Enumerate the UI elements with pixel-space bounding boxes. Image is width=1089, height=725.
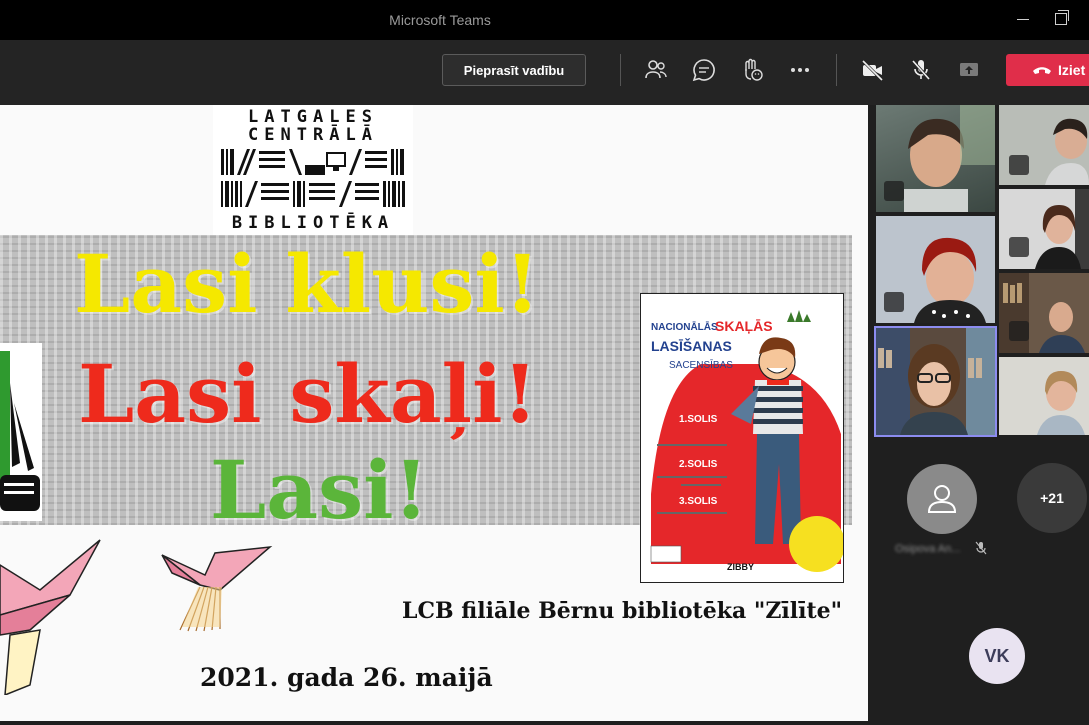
cropped-figure-illustration [0,343,42,521]
poster-title-3: LASĪŠANAS [651,338,732,354]
logo-line-3: BIBLIOTĒKA [231,213,395,233]
camera-off-icon[interactable] [860,57,886,83]
people-icon[interactable] [643,57,669,83]
open-book-illustration [0,539,101,695]
competition-poster: NACIONĀLĀS SKAĻĀS LASĪŠANAS SACENSĪBAS 1… [640,293,844,583]
flying-book-illustration [161,545,273,632]
window-title: Microsoft Teams [389,12,491,28]
date-caption: 2021. gada 26. maijā [200,663,493,692]
poster-badge: ZIBBY [727,562,754,572]
leave-button[interactable]: Iziet [1006,54,1089,86]
muted-mic-icon [1009,155,1029,175]
logo-line-2: CENTRĀLĀ [248,125,378,145]
headline-read: Lasi! [210,443,429,537]
participant-person-image [1035,189,1089,269]
library-logo: LATGALES CENTRĀLĀ BIBLIOTĒKA [213,105,413,235]
meeting-toolbar: Pieprasīt vadību Iziet [0,40,1089,105]
toolbar-divider [836,54,837,86]
leave-label: Iziet [1058,62,1086,78]
more-icon[interactable] [787,57,813,83]
participant-video-tile[interactable] [876,105,995,212]
reactions-icon[interactable] [739,57,765,83]
toolbar-divider [620,54,621,86]
muted-mic-icon [1009,321,1029,341]
shared-presentation: LATGALES CENTRĀLĀ BIBLIOTĒKA Lasi klusi!… [0,105,868,721]
title-bar: Microsoft Teams [0,0,1089,40]
self-avatar-initials[interactable]: VK [969,628,1025,684]
mic-off-icon[interactable] [908,57,934,83]
poster-title-2: SKAĻĀS [715,318,773,334]
participant-video-tile[interactable] [999,105,1089,185]
poster-stage-3: 3.SOLIS [679,496,718,507]
minimize-icon[interactable] [1017,19,1029,20]
participant-person-image [876,328,995,435]
chat-icon[interactable] [691,57,717,83]
muted-mic-icon [884,181,904,201]
logo-line-1: LATGALES [248,107,378,127]
maximize-icon[interactable] [1055,10,1069,25]
participant-name-obscured: Osipova An... [895,543,961,555]
phone-hangup-icon [1033,67,1051,74]
muted-mic-icon [1009,237,1029,257]
poster-stage-2: 2.SOLIS [679,459,718,470]
person-icon [927,485,957,513]
share-icon[interactable] [956,57,982,83]
participant-video-tile[interactable] [999,357,1089,435]
participant-video-tile-active-speaker[interactable] [874,326,997,437]
participant-avatar[interactable] [907,464,977,534]
participant-video-tile[interactable] [999,273,1089,353]
poster-title-1: NACIONĀLĀS [651,322,718,333]
overflow-participants-button[interactable]: +21 [1017,463,1087,533]
muted-mic-icon [975,541,987,555]
headline-quiet: Lasi klusi! [74,237,540,331]
bookshelf-barcode-icon [221,149,405,207]
participant-video-tile[interactable] [876,216,995,323]
participant-person-image [999,273,1085,353]
request-control-button[interactable]: Pieprasīt vadību [442,54,586,86]
headline-loud: Lasi skaļi! [78,347,538,441]
muted-mic-icon [884,292,904,312]
participant-video-tile[interactable] [999,189,1089,269]
poster-title-4: SACENSĪBAS [669,360,733,371]
participant-person-image [1037,371,1085,435]
branch-caption: LCB filiāle Bērnu bibliotēka "Zīlīte" [402,598,843,624]
poster-stage-1: 1.SOLIS [679,414,718,425]
